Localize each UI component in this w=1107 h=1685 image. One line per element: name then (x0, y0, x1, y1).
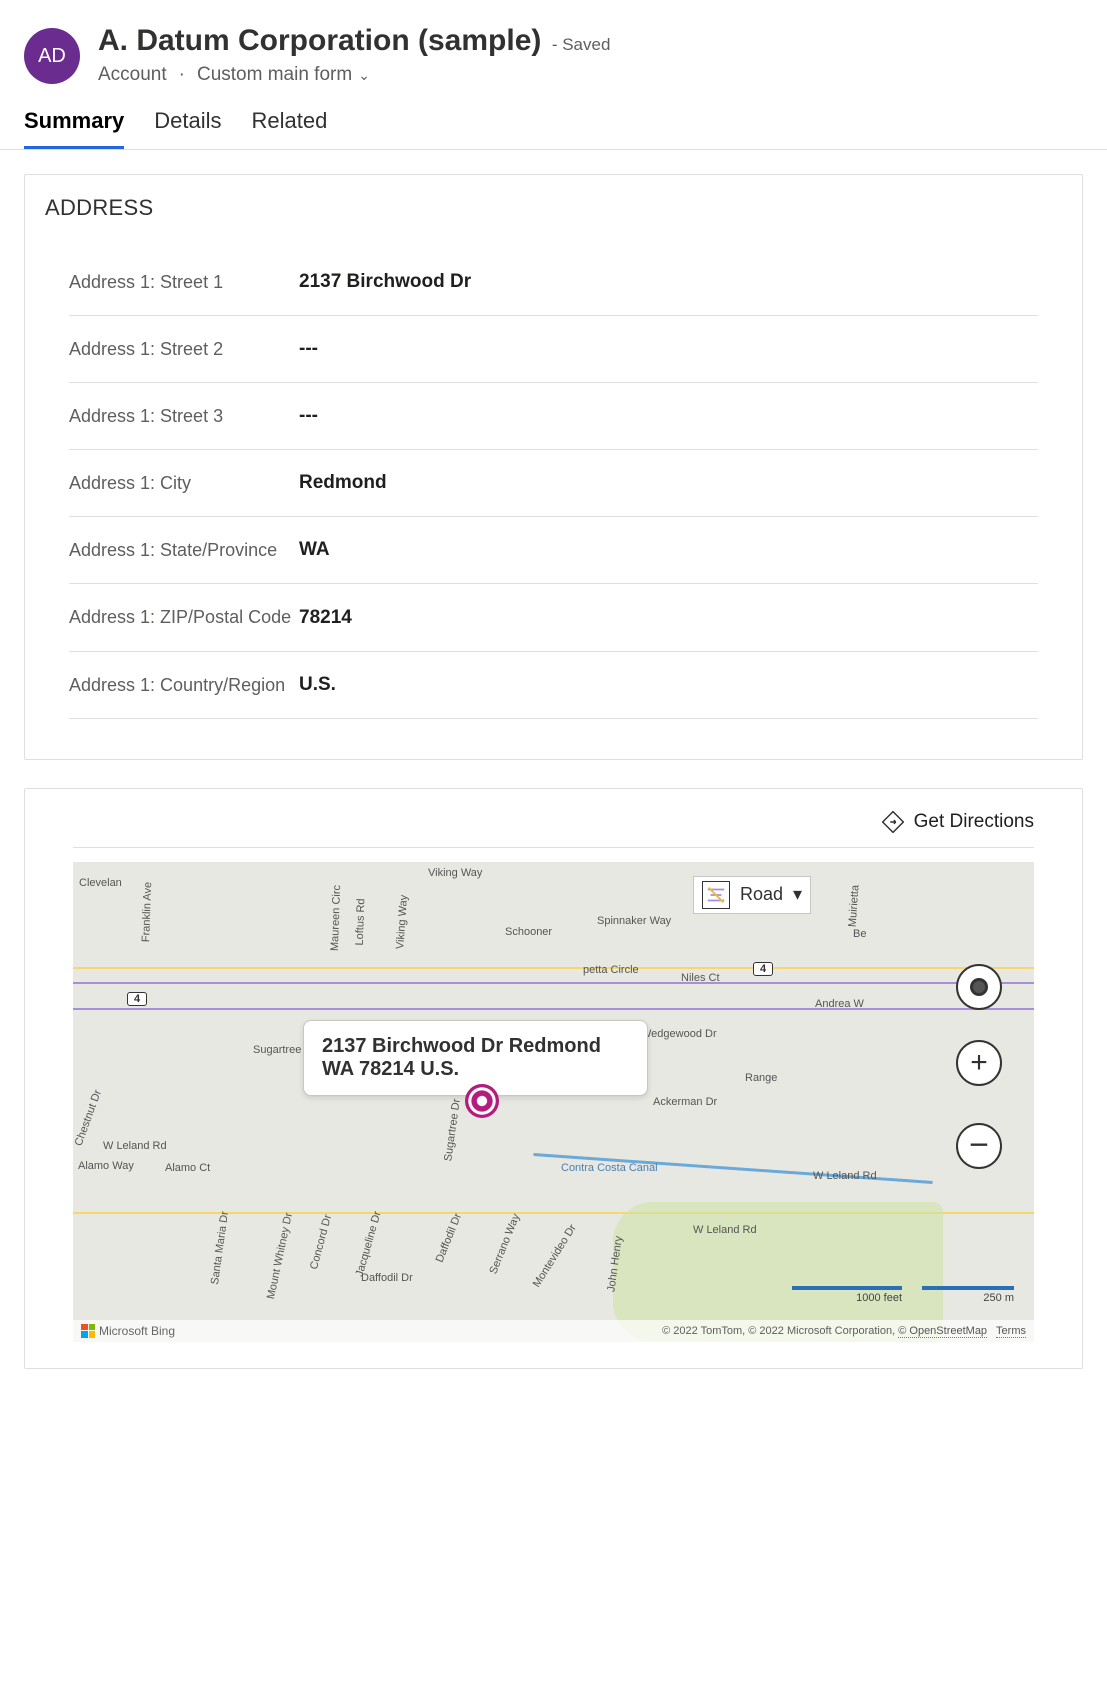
field-value: 78214 (299, 607, 352, 629)
zoom-in-button[interactable]: + (956, 1040, 1002, 1086)
tab-summary[interactable]: Summary (24, 108, 124, 149)
field-zip[interactable]: Address 1: ZIP/Postal Code 78214 (69, 584, 1038, 651)
scale-feet: 1000 feet (792, 1286, 902, 1304)
form-selector[interactable]: Custom main form ⌄ (197, 64, 370, 86)
field-label: Address 1: ZIP/Postal Code (69, 604, 299, 630)
map-card: Get Directions 4 4 Viking Way Schooner S… (24, 788, 1083, 1369)
osm-link[interactable]: © OpenStreetMap (898, 1325, 987, 1338)
map-label: Loftus Rd (354, 898, 368, 945)
tab-related[interactable]: Related (252, 108, 328, 149)
field-value: 2137 Birchwood Dr (299, 271, 471, 293)
map-label: Viking Way (428, 867, 482, 879)
save-status: - Saved (552, 35, 611, 54)
field-value: Redmond (299, 472, 387, 494)
avatar-initials: AD (38, 45, 66, 68)
locate-me-button[interactable] (956, 964, 1002, 1010)
map-label: Ackerman Dr (653, 1096, 717, 1108)
field-state[interactable]: Address 1: State/Province WA (69, 517, 1038, 584)
map-label: Range (745, 1072, 777, 1084)
field-city[interactable]: Address 1: City Redmond (69, 450, 1038, 517)
terms-link[interactable]: Terms (996, 1325, 1026, 1338)
map-label: Maureen Circ (329, 884, 343, 950)
map-label: W Leland Rd (103, 1140, 167, 1152)
map-label: Alamo Ct (165, 1162, 210, 1174)
hwy-shield-icon: 4 (127, 992, 147, 1006)
bing-logo: Microsoft Bing (81, 1324, 175, 1338)
map-type-label: Road (740, 884, 783, 905)
callout-text: 2137 Birchwood Dr Redmond WA 78214 U.S. (322, 1035, 601, 1080)
microsoft-logo-icon (81, 1324, 95, 1338)
field-label: Address 1: Street 1 (69, 269, 299, 295)
map-label: Alamo Way (78, 1160, 134, 1172)
field-label: Address 1: Country/Region (69, 672, 299, 698)
map-type-selector[interactable]: Road ▾ (693, 876, 811, 914)
hwy-shield-icon: 4 (753, 962, 773, 976)
map-label: Sugartree (253, 1044, 301, 1056)
field-street3[interactable]: Address 1: Street 3 --- (69, 383, 1038, 450)
caret-down-icon: ▾ (793, 884, 802, 905)
map-canvas[interactable]: 4 4 Viking Way Schooner Spinnaker Way pe… (73, 862, 1034, 1342)
map-attribution: Microsoft Bing © 2022 TomTom, © 2022 Mic… (73, 1320, 1034, 1342)
minus-icon: − (969, 1126, 989, 1165)
field-value: WA (299, 539, 330, 561)
map-label: Be (853, 928, 866, 940)
bing-text: Microsoft Bing (99, 1324, 175, 1338)
avatar: AD (24, 28, 80, 84)
field-value: --- (299, 338, 318, 360)
field-label: Address 1: Street 2 (69, 336, 299, 362)
map-label: Clevelan (79, 877, 122, 889)
map-label: Andrea W (815, 998, 864, 1010)
tab-details[interactable]: Details (154, 108, 221, 149)
map-label: Wedgewood Dr (641, 1028, 717, 1040)
field-value: U.S. (299, 674, 336, 696)
page-title: A. Datum Corporation (sample) (98, 24, 541, 57)
separator: · (179, 64, 185, 86)
map-label: Niles Ct (681, 972, 720, 984)
chevron-down-icon: ⌄ (358, 67, 370, 84)
scale-bar: 1000 feet 250 m (792, 1286, 1014, 1304)
copyright-text: © 2022 TomTom, © 2022 Microsoft Corporat… (662, 1325, 898, 1337)
field-street2[interactable]: Address 1: Street 2 --- (69, 316, 1038, 383)
map-label: Daffodil Dr (361, 1272, 413, 1284)
map-label: Contra Costa Canal (561, 1162, 658, 1174)
map-type-icon (702, 881, 730, 909)
map-label: Franklin Ave (140, 881, 154, 942)
map-label: W Leland Rd (693, 1224, 757, 1236)
plus-icon: + (970, 1046, 988, 1080)
entity-name: Account (98, 64, 167, 86)
field-label: Address 1: State/Province (69, 537, 299, 563)
get-directions-button[interactable]: Get Directions (914, 811, 1034, 833)
field-label: Address 1: Street 3 (69, 403, 299, 429)
field-label: Address 1: City (69, 470, 299, 496)
directions-icon (882, 811, 904, 833)
field-street1[interactable]: Address 1: Street 1 2137 Birchwood Dr (69, 249, 1038, 316)
address-section-title: ADDRESS (45, 195, 1062, 221)
field-country[interactable]: Address 1: Country/Region U.S. (69, 652, 1038, 719)
zoom-out-button[interactable]: − (956, 1123, 1002, 1169)
address-card: ADDRESS Address 1: Street 1 2137 Birchwo… (24, 174, 1083, 760)
form-name: Custom main form (197, 64, 352, 86)
record-header: AD A. Datum Corporation (sample) - Saved… (0, 0, 1107, 86)
map-pin-icon[interactable] (465, 1084, 499, 1118)
tab-bar: Summary Details Related (0, 86, 1107, 150)
map-label: Spinnaker Way (597, 915, 671, 927)
map-label: Schooner (505, 926, 552, 938)
scale-meters: 250 m (922, 1286, 1014, 1304)
field-value: --- (299, 405, 318, 427)
locate-icon (970, 978, 988, 996)
map-label: petta Circle (583, 964, 639, 976)
map-label: W Leland Rd (813, 1170, 877, 1182)
